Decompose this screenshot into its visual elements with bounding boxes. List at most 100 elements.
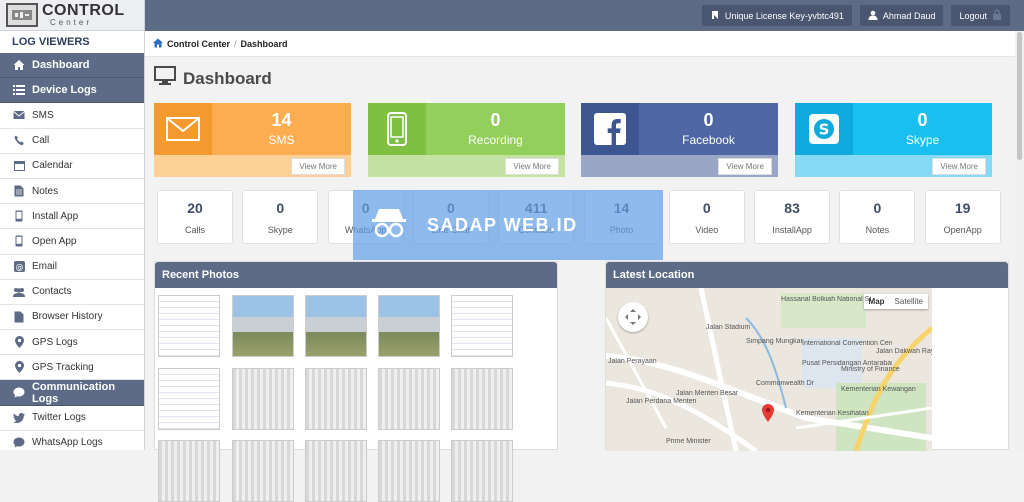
scrollbar-thumb[interactable] xyxy=(1017,32,1022,160)
svg-text:S: S xyxy=(819,121,830,139)
user-menu-button[interactable]: Ahmad Daud xyxy=(859,5,944,26)
map-label: Prime Minister xyxy=(666,438,711,445)
phone-icon xyxy=(12,134,26,148)
stat-card-video[interactable]: 0 Video xyxy=(668,190,745,244)
sidebar-item-label: Communication Logs xyxy=(31,380,116,405)
license-key-button[interactable]: Unique License Key-yvbtc491 xyxy=(701,5,852,26)
map-label: Ministry of Finance xyxy=(841,366,900,373)
logo-subtitle: Center xyxy=(50,18,93,27)
sidebar-item-label: Notes xyxy=(32,185,59,197)
summary-tile-facebook: 0 Facebook View More xyxy=(581,103,778,177)
sidebar-item-label: Open App xyxy=(32,235,77,247)
tile-label: SMS xyxy=(268,132,295,147)
photo-thumbnail[interactable] xyxy=(378,368,440,430)
mobile-icon xyxy=(12,234,26,248)
at-icon: @ xyxy=(12,260,26,274)
map-label: Jalan Perayaan xyxy=(608,358,657,365)
location-pin-icon[interactable] xyxy=(762,404,774,425)
sidebar-item-twitter-logs[interactable]: Twitter Logs xyxy=(0,406,144,431)
sidebar-item-browser-history[interactable]: Browser History xyxy=(0,305,144,331)
pan-arrows-icon xyxy=(625,309,641,325)
photo-thumbnail[interactable] xyxy=(232,368,294,430)
sidebar-item-contacts[interactable]: Contacts xyxy=(0,280,144,305)
summary-tile-sms: 14 SMS View More xyxy=(154,103,351,177)
document-icon xyxy=(12,310,26,324)
photo-thumbnail[interactable] xyxy=(451,368,513,430)
breadcrumb-current: Dashboard xyxy=(240,38,288,49)
satellite-button[interactable]: Satellite xyxy=(890,294,928,309)
stat-value: 20 xyxy=(187,200,203,216)
stat-card-installapp[interactable]: 83 InstallApp xyxy=(754,190,831,244)
sidebar-item-label: Browser History xyxy=(32,311,103,323)
sidebar-item-label: Device Logs xyxy=(32,84,97,97)
photo-thumbnail[interactable] xyxy=(232,295,294,357)
photo-thumbnail[interactable] xyxy=(158,440,220,502)
map-label: Kementerian Kewangan xyxy=(841,386,916,393)
logout-button[interactable]: Logout xyxy=(951,5,1010,26)
sidebar-item-device-logs[interactable]: Device Logs xyxy=(0,78,144,104)
view-more-button[interactable]: View More xyxy=(505,157,559,175)
map-label: Simpang Mungkar xyxy=(746,338,803,345)
home-icon xyxy=(12,58,26,72)
sidebar-item-email[interactable]: @ Email xyxy=(0,255,144,280)
sidebar-item-install-app[interactable]: Install App xyxy=(0,204,144,230)
location-map[interactable]: Map Satellite Hassanal Bolkiah National … xyxy=(606,288,932,451)
stat-value: 0 xyxy=(276,200,285,216)
sidebar-item-gps-logs[interactable]: GPS Logs xyxy=(0,330,144,356)
sidebar-item-calendar[interactable]: Calendar xyxy=(0,154,144,179)
map-pan-control[interactable] xyxy=(618,302,648,332)
stat-label: OpenApp xyxy=(943,225,982,235)
sidebar-section-label: LOG VIEWERS xyxy=(12,36,90,48)
sidebar-item-label: Install App xyxy=(32,210,79,222)
sidebar-item-notes[interactable]: Notes xyxy=(0,179,144,205)
breadcrumb: Control Center / Dashboard xyxy=(145,31,1015,57)
stat-card-skype[interactable]: 0 Skype xyxy=(242,190,319,244)
map-label: Kementerian Kesihatan xyxy=(796,410,869,417)
map-type-toggle: Map Satellite xyxy=(863,294,928,309)
sidebar-item-sms[interactable]: SMS xyxy=(0,103,144,129)
view-more-button[interactable]: View More xyxy=(932,157,986,175)
stat-label: Notes xyxy=(865,225,890,235)
photo-thumbnail[interactable] xyxy=(158,368,220,430)
map-label: Jalan Perdana Menteri xyxy=(626,398,697,405)
stat-card-openapp[interactable]: 19 OpenApp xyxy=(924,190,1001,244)
tile-count: 0 xyxy=(490,110,501,131)
home-icon xyxy=(153,38,163,50)
logo[interactable]: CONTROL Center xyxy=(0,0,144,31)
tile-label: Skype xyxy=(905,132,940,147)
users-icon xyxy=(12,285,26,299)
sidebar-item-gps-tracking[interactable]: GPS Tracking xyxy=(0,355,144,381)
map-marker-icon xyxy=(12,335,26,349)
lock-icon xyxy=(992,9,1002,22)
mobile-icon xyxy=(12,209,26,223)
twitter-icon xyxy=(12,411,26,425)
view-more-button[interactable]: View More xyxy=(291,157,345,175)
view-more-button[interactable]: View More xyxy=(718,157,772,175)
photo-thumbnail[interactable] xyxy=(232,440,294,502)
photo-thumbnail[interactable] xyxy=(158,295,220,357)
sidebar-item-call[interactable]: Call xyxy=(0,129,144,154)
sidebar-item-dashboard[interactable]: Dashboard xyxy=(0,53,144,79)
photo-thumbnail[interactable] xyxy=(378,440,440,502)
photo-thumbnail[interactable] xyxy=(305,368,367,430)
stat-card-calls[interactable]: 20 Calls xyxy=(157,190,233,244)
sidebar-item-communication-logs[interactable]: Communication Logs xyxy=(0,380,144,406)
stat-card-notes[interactable]: 0 Notes xyxy=(839,190,916,244)
sidebar-item-label: Contacts xyxy=(32,286,72,298)
sidebar-item-label: GPS Logs xyxy=(32,336,78,348)
tile-count: 14 xyxy=(271,110,292,131)
photo-thumbnail[interactable] xyxy=(305,440,367,502)
photo-thumbnail[interactable] xyxy=(451,295,513,357)
svg-text:@: @ xyxy=(15,262,23,271)
photo-thumbnail[interactable] xyxy=(305,295,367,357)
sidebar-item-label: Email xyxy=(32,261,58,273)
stat-label: Video xyxy=(695,225,719,235)
breadcrumb-root[interactable]: Control Center xyxy=(167,39,230,49)
photo-thumbnail[interactable] xyxy=(451,440,513,502)
photo-thumbnail[interactable] xyxy=(378,295,440,357)
sidebar-item-label: WhatsApp Logs xyxy=(32,437,103,449)
sidebar-item-open-app[interactable]: Open App xyxy=(0,229,144,255)
sidebar-item-whatsapp-logs[interactable]: WhatsApp Logs xyxy=(0,431,144,450)
logo-title: CONTROL xyxy=(42,2,125,19)
page-scrollbar[interactable] xyxy=(1015,31,1024,450)
